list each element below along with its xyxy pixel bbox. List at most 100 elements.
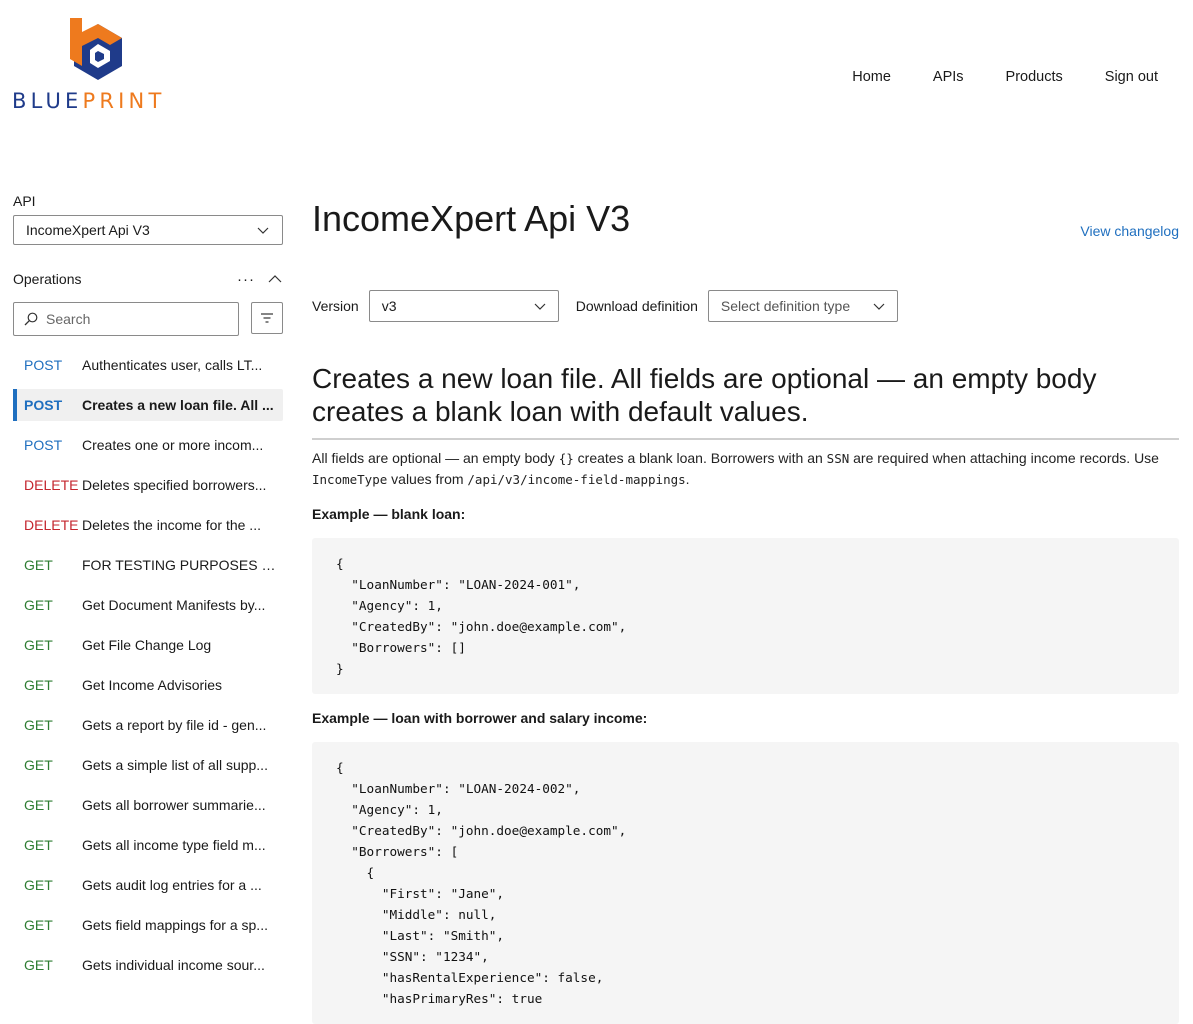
operation-name: Gets a report by file id - gen...: [82, 717, 267, 733]
desc-code: /api/v3/income-field-mappings: [467, 472, 686, 487]
version-label: Version: [312, 298, 359, 314]
download-definition-label: Download definition: [575, 298, 698, 314]
site-header: BLUEPRINT Home APIs Products Sign out: [0, 0, 1193, 130]
operation-description: All fields are optional — an empty body …: [312, 448, 1179, 490]
operation-method: GET: [24, 837, 53, 853]
operation-method: GET: [24, 797, 53, 813]
search-icon: [24, 312, 38, 326]
nav-apis[interactable]: APIs: [933, 69, 964, 85]
example2-label: Example — loan with borrower and salary …: [312, 710, 648, 726]
operations-label: Operations: [13, 271, 82, 287]
example2-code-block: { "LoanNumber": "LOAN-2024-002", "Agency…: [312, 742, 1179, 1024]
operation-item[interactable]: POST Creates a new loan file. All ...: [13, 389, 283, 421]
operation-method: DELETE: [24, 477, 79, 493]
operation-method: GET: [24, 597, 53, 613]
operation-name: Creates a new loan file. All ...: [82, 397, 274, 413]
chevron-down-icon: [257, 227, 269, 234]
desc-text: creates a blank loan. Borrowers with an: [573, 450, 827, 466]
view-changelog-link[interactable]: View changelog: [1080, 223, 1179, 239]
operation-name: Gets all borrower summarie...: [82, 797, 266, 813]
nav-products[interactable]: Products: [1006, 69, 1063, 85]
operation-item[interactable]: GET Gets a simple list of all supp...: [13, 749, 283, 781]
operation-method: GET: [24, 877, 53, 893]
operation-method: POST: [24, 437, 63, 453]
operation-name: Deletes the income for the ...: [82, 517, 261, 533]
operation-method: GET: [24, 677, 53, 693]
operation-name: Deletes specified borrowers...: [82, 477, 267, 493]
top-nav: Home APIs Products Sign out: [852, 69, 1158, 85]
definition-type-select[interactable]: Select definition type: [707, 290, 898, 322]
operation-name: Get Income Advisories: [82, 677, 223, 693]
desc-text: values from: [387, 471, 468, 487]
nav-home[interactable]: Home: [852, 69, 891, 85]
main-content: IncomeXpert Api V3 View changelog Versio…: [312, 195, 1179, 1024]
version-select[interactable]: v3: [368, 290, 559, 322]
chevron-up-icon[interactable]: [267, 273, 283, 285]
example1-code-block: { "LoanNumber": "LOAN-2024-001", "Agency…: [312, 538, 1179, 694]
blueprint-logo[interactable]: BLUEPRINT: [12, 14, 187, 114]
filter-icon: [261, 313, 274, 323]
operation-name: Creates one or more incom...: [82, 437, 264, 453]
operations-list: POST Authenticates user, calls LT... POST C…: [13, 349, 283, 981]
search-box[interactable]: [13, 302, 240, 336]
nav-sign-out[interactable]: Sign out: [1105, 69, 1158, 85]
operation-name: Gets all income type field m...: [82, 837, 266, 853]
page-title: IncomeXpert Api V3: [312, 198, 631, 239]
operation-item[interactable]: GET Gets a report by file id - gen...: [13, 709, 283, 741]
operation-method: GET: [24, 917, 53, 933]
operation-item[interactable]: GET Gets audit log entries for a ...: [13, 869, 283, 901]
chevron-down-icon: [534, 303, 546, 310]
operation-method: GET: [24, 637, 53, 653]
logo-wordmark: BLUEPRINT: [12, 89, 166, 113]
operation-method: DELETE: [24, 517, 79, 533]
operation-item[interactable]: GET Get Income Advisories: [13, 669, 283, 701]
version-select-value: v3: [381, 298, 397, 314]
operation-name: Get File Change Log: [82, 637, 212, 653]
operation-item[interactable]: DELETE Deletes the income for the ...: [13, 509, 283, 541]
operation-method: POST: [24, 397, 63, 413]
desc-text: .: [685, 471, 690, 487]
operation-item[interactable]: GET Gets individual income sour...: [13, 949, 283, 981]
operation-method: GET: [24, 757, 53, 773]
operations-header: Operations ···: [13, 269, 283, 289]
operation-name: Gets a simple list of all supp...: [82, 757, 268, 773]
version-row: Version v3 Download definition Select de…: [312, 290, 1179, 322]
desc-text: are required when attaching income recor…: [849, 450, 1159, 466]
sidebar: API IncomeXpert Api V3 Operations ··· PO…: [13, 193, 283, 989]
search-input[interactable]: [44, 310, 228, 328]
operation-item[interactable]: GET FOR TESTING PURPOSES O...: [13, 549, 283, 581]
filter-button[interactable]: [251, 302, 283, 334]
operation-name: Get Document Manifests by...: [82, 597, 266, 613]
operation-name: Gets audit log entries for a ...: [82, 877, 262, 893]
operation-name: Gets field mappings for a sp...: [82, 917, 268, 933]
operation-method: POST: [24, 357, 63, 373]
operation-method: GET: [24, 717, 53, 733]
operation-name: FOR TESTING PURPOSES O...: [82, 557, 283, 573]
operation-name: Gets individual income sour...: [82, 957, 265, 973]
definition-type-placeholder: Select definition type: [720, 298, 851, 314]
operation-item[interactable]: POST Creates one or more incom...: [13, 429, 283, 461]
api-select[interactable]: IncomeXpert Api V3: [13, 215, 283, 245]
operation-item[interactable]: DELETE Deletes specified borrowers...: [13, 469, 283, 501]
desc-code: {}: [558, 451, 574, 466]
operation-title: Creates a new loan file. All fields are …: [312, 362, 1179, 440]
search-row: [13, 302, 283, 336]
operation-name: Authenticates user, calls LT...: [82, 357, 263, 373]
operation-method: GET: [24, 557, 53, 573]
desc-code: SSN: [826, 451, 850, 466]
operation-method: GET: [24, 957, 53, 973]
api-label: API: [13, 193, 36, 209]
operation-item[interactable]: GET Gets field mappings for a sp...: [13, 909, 283, 941]
operation-item[interactable]: GET Gets all income type field m...: [13, 829, 283, 861]
example1-label: Example — blank loan:: [312, 506, 466, 522]
api-select-value: IncomeXpert Api V3: [26, 222, 150, 238]
operation-item[interactable]: GET Get File Change Log: [13, 629, 283, 661]
operation-item[interactable]: GET Gets all borrower summarie...: [13, 789, 283, 821]
desc-code: IncomeType: [312, 472, 388, 487]
operation-item[interactable]: GET Get Document Manifests by...: [13, 589, 283, 621]
chevron-down-icon: [873, 303, 885, 310]
operation-item[interactable]: POST Authenticates user, calls LT...: [13, 349, 283, 381]
logo-mark-icon: [70, 18, 122, 80]
more-options-icon[interactable]: ···: [233, 271, 259, 288]
desc-text: All fields are optional — an empty body: [312, 450, 559, 466]
